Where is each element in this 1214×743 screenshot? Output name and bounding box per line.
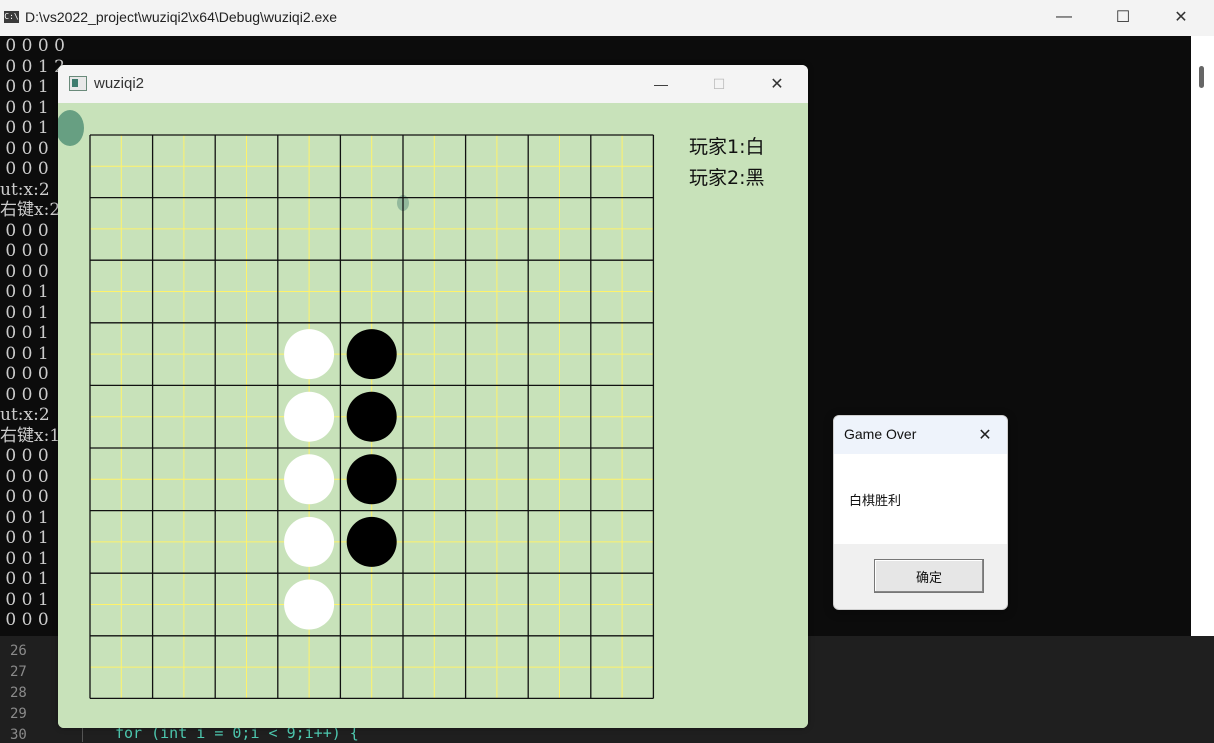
console-minimize-button[interactable]: — bbox=[1035, 0, 1093, 34]
console-line: 右键x:2 bbox=[0, 200, 61, 220]
console-line: 0 0 1 bbox=[0, 507, 49, 528]
console-scrollbar[interactable] bbox=[1191, 36, 1214, 636]
console-line: 0 0 0 bbox=[0, 364, 49, 384]
console-line: 0 0 0 bbox=[0, 220, 49, 241]
console-line: 0 0 1 bbox=[0, 323, 49, 343]
minimize-icon: — bbox=[654, 76, 668, 92]
console-line: ut:x:2 bbox=[0, 179, 50, 200]
white-stone bbox=[284, 329, 335, 380]
maximize-icon: ☐ bbox=[712, 75, 726, 92]
console-line: 0 0 0 bbox=[0, 241, 49, 261]
black-stone bbox=[346, 516, 397, 567]
game-window: wuziqi2 — ☐ ✕ 玩家1:白 玩家2:黑 bbox=[58, 65, 808, 728]
console-line: 0 0 1 bbox=[0, 77, 49, 97]
console-line: 右键x:1 bbox=[0, 425, 61, 446]
dialog-close-button[interactable]: ✕ bbox=[972, 424, 998, 446]
game-canvas[interactable]: 玩家1:白 玩家2:黑 bbox=[58, 103, 808, 728]
dialog-titlebar[interactable]: Game Over ✕ bbox=[834, 416, 1007, 454]
console-line: ut:x:2 bbox=[0, 405, 50, 425]
console-line: 0 0 1 bbox=[0, 548, 49, 569]
white-stone bbox=[284, 579, 335, 630]
console-close-button[interactable]: ✕ bbox=[1152, 0, 1210, 34]
console-maximize-button[interactable]: ☐ bbox=[1094, 0, 1152, 34]
ink-blot-decoration bbox=[58, 110, 84, 146]
line-number: 29 bbox=[10, 706, 27, 722]
console-line: 0 0 1 bbox=[0, 589, 49, 610]
game-maximize-button: ☐ bbox=[690, 67, 748, 101]
white-stone bbox=[284, 516, 335, 567]
game-titlebar[interactable]: wuziqi2 — ☐ ✕ bbox=[58, 65, 808, 103]
minimize-icon: — bbox=[1056, 8, 1072, 25]
console-line: 0 0 0 bbox=[0, 159, 49, 179]
dialog-title: Game Over bbox=[844, 426, 917, 442]
console-line: 0 0 0 bbox=[0, 138, 49, 159]
close-icon: ✕ bbox=[770, 76, 784, 93]
console-window-title: D:\vs2022_project\wuziqi2\x64\Debug\wuzi… bbox=[25, 9, 338, 25]
game-minimize-button[interactable]: — bbox=[632, 67, 690, 101]
console-line: 0 0 0 bbox=[0, 446, 49, 466]
console-line: 0 0 0 bbox=[0, 466, 49, 487]
line-number: 30 bbox=[10, 727, 27, 743]
game-window-title: wuziqi2 bbox=[94, 75, 145, 92]
black-stone bbox=[346, 329, 397, 380]
player2-label: 玩家2:黑 bbox=[689, 167, 765, 189]
app-window-icon bbox=[69, 76, 87, 91]
console-line: 0 0 1 bbox=[0, 97, 49, 118]
line-number: 27 bbox=[10, 664, 27, 680]
console-line: 0 0 0 bbox=[0, 487, 49, 507]
console-line: 0 0 0 bbox=[0, 610, 49, 630]
scrollbar-thumb[interactable] bbox=[1199, 66, 1204, 88]
dialog-body: 白棋胜利 bbox=[834, 454, 1007, 544]
line-number: 26 bbox=[10, 643, 27, 659]
close-icon: ✕ bbox=[978, 427, 992, 444]
console-line: 0 0 1 bbox=[0, 528, 49, 548]
close-icon: ✕ bbox=[1174, 9, 1188, 26]
console-line: 0 0 0 0 0 0 0 0 0 bbox=[5, 36, 65, 56]
gomoku-board[interactable] bbox=[58, 103, 808, 728]
player1-label: 玩家1:白 bbox=[689, 136, 765, 158]
white-stone bbox=[284, 454, 335, 505]
console-titlebar[interactable]: C:\ D:\vs2022_project\wuziqi2\x64\Debug\… bbox=[0, 0, 1214, 36]
console-line: 0 0 0 bbox=[0, 261, 49, 282]
console-line: 0 0 1 bbox=[0, 282, 49, 302]
console-line: 0 0 1 bbox=[0, 343, 49, 364]
maximize-icon: ☐ bbox=[1115, 9, 1131, 26]
console-line: 0 0 1 bbox=[0, 569, 49, 589]
ok-button[interactable]: 确定 bbox=[874, 559, 984, 593]
white-stone bbox=[284, 391, 335, 442]
dialog-message: 白棋胜利 bbox=[849, 494, 902, 509]
console-line: 0 0 0 bbox=[0, 384, 49, 405]
console-line: 0 0 1 bbox=[0, 118, 49, 138]
game-close-button[interactable]: ✕ bbox=[748, 67, 806, 101]
black-stone bbox=[346, 391, 397, 442]
game-over-dialog: Game Over ✕ 白棋胜利 确定 bbox=[833, 415, 1008, 610]
line-number: 28 bbox=[10, 685, 27, 701]
console-app-icon: C:\ bbox=[4, 11, 19, 23]
black-stone bbox=[346, 454, 397, 505]
console-line: 0 0 1 bbox=[0, 302, 49, 323]
